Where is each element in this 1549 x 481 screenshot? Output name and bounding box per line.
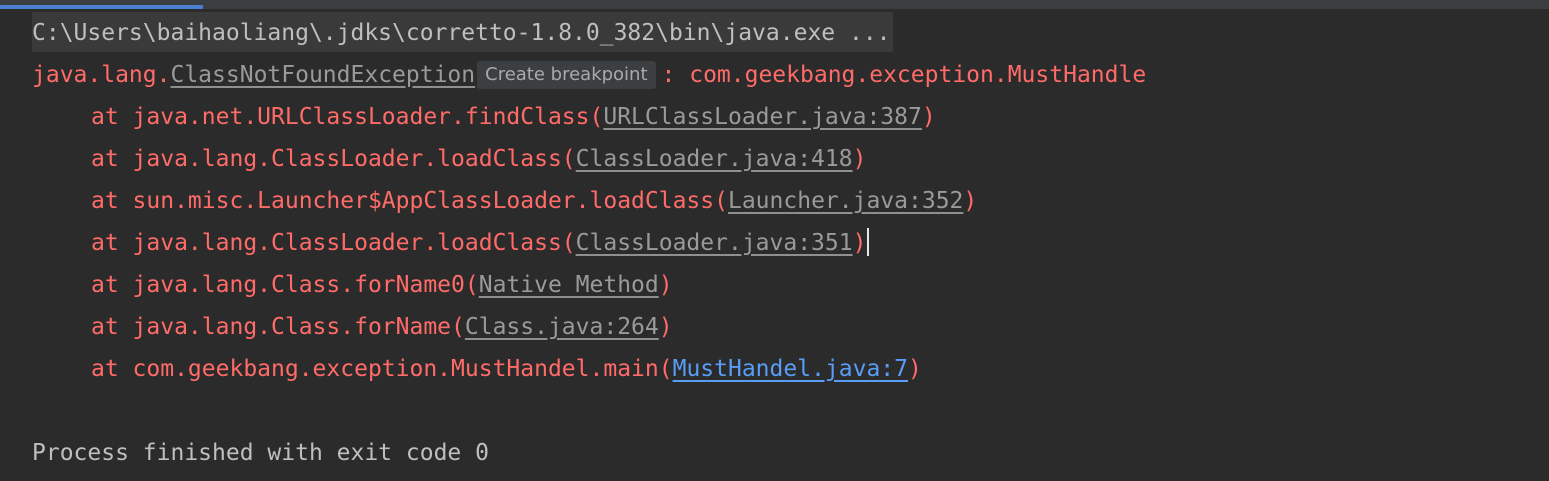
stack-frame: at java.lang.Class.forName0(Native Metho… (91, 264, 673, 306)
stack-frame-close: ) (908, 356, 922, 382)
text-caret (867, 228, 870, 256)
stack-frame-method: at java.lang.Class.forName0( (91, 272, 479, 298)
stack-frame-source-link[interactable]: Launcher.java:352 (728, 188, 963, 214)
stack-frame-close: ) (963, 188, 978, 214)
stack-frame-close: ) (852, 146, 867, 172)
stack-frame-close: ) (921, 104, 936, 130)
stack-frame-method: at com.geekbang.exception.MustHandel.mai… (91, 356, 673, 382)
stack-frame-source-link[interactable]: ClassLoader.java:418 (576, 146, 853, 172)
stack-frame: at java.net.URLClassLoader.findClass(URL… (91, 96, 936, 138)
stack-frame-method: at java.lang.ClassLoader.loadClass( (91, 146, 576, 172)
stack-frame-close: ) (658, 272, 673, 298)
exception-package: java.lang. (32, 62, 171, 88)
stack-frame-source-link[interactable]: Class.java:264 (465, 314, 659, 340)
stack-frame-method: at java.net.URLClassLoader.findClass( (91, 104, 604, 130)
stack-frame-source-link[interactable]: Native Method (479, 272, 659, 298)
stack-frame: at java.lang.Class.forName(Class.java:26… (91, 306, 673, 348)
create-breakpoint-button[interactable]: Create breakpoint (477, 61, 656, 89)
command-line[interactable]: C:\Users\baihaoliang\.jdks\corretto-1.8.… (32, 12, 893, 52)
stack-frame-method: at sun.misc.Launcher$AppClassLoader.load… (91, 188, 728, 214)
stack-frame-source-link[interactable]: ClassLoader.java:351 (576, 230, 853, 256)
tab-indicator (0, 5, 203, 9)
process-exit-message: Process finished with exit code 0 (32, 440, 489, 466)
stack-frame: at sun.misc.Launcher$AppClassLoader.load… (91, 180, 977, 222)
stack-frame-close: ) (658, 314, 673, 340)
stack-frame: at java.lang.ClassLoader.loadClass(Class… (91, 138, 866, 180)
stack-frame: at java.lang.ClassLoader.loadClass(Class… (91, 222, 870, 264)
stack-frame-method: at java.lang.ClassLoader.loadClass( (91, 230, 576, 256)
exception-line: java.lang.ClassNotFoundException Create b… (32, 54, 1146, 96)
exception-message: : com.geekbang.exception.MustHandle (661, 62, 1147, 88)
stack-frame: at com.geekbang.exception.MustHandel.mai… (91, 348, 922, 390)
stack-frame-close: ) (852, 230, 867, 256)
exception-class-link[interactable]: ClassNotFoundException (170, 62, 475, 88)
run-console: C:\Users\baihaoliang\.jdks\corretto-1.8.… (0, 0, 1549, 481)
stack-frame-method: at java.lang.Class.forName( (91, 314, 465, 340)
stack-frame-source-link[interactable]: URLClassLoader.java:387 (603, 104, 922, 130)
stack-frame-source-link-user[interactable]: MustHandel.java:7 (673, 356, 908, 382)
console-top-border (0, 0, 1549, 9)
